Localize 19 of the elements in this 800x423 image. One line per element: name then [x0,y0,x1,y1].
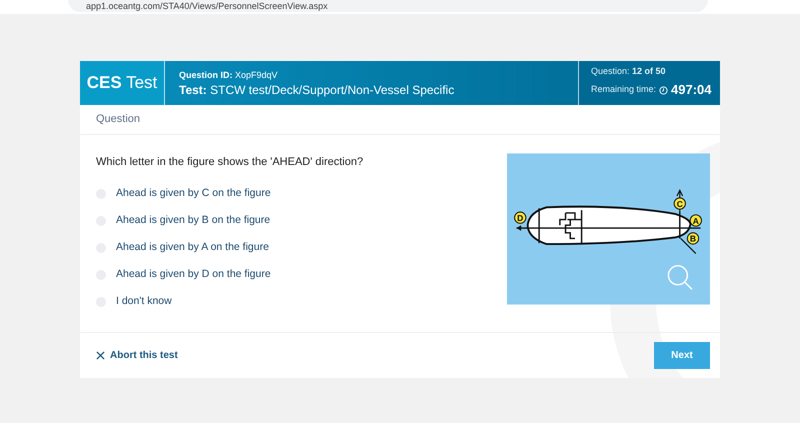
url-text: app1.oceantg.com/STA40/Views/PersonnelScreenView.aspx [86,0,328,12]
question-id-text: Question ID: XopF9dqV [179,70,279,80]
option-label[interactable]: Ahead is given by A on the figure [116,240,269,256]
close-icon [96,351,105,360]
question-count-text: Question: 12 of 50 [591,66,667,78]
remaining-time-value: 497:04 [671,81,712,100]
option-label[interactable]: I don't know [116,294,172,310]
question-text: Which letter in the figure shows the 'AHEAD' direction? [96,155,364,170]
section-label: Question [96,112,140,128]
option-label[interactable]: Ahead is given by D on the figure [116,267,271,283]
app-title: CES Test [86,72,158,94]
test-path-text: Test: STCW test/Deck/Support/Non-Vessel Specific [179,82,456,96]
abort-test-link[interactable]: Abort this test [96,348,178,363]
address-bar[interactable]: app1.oceantg.com/STA40/Views/PersonnelScreenView.aspx [68,0,708,12]
clock-icon [659,86,668,94]
option-label[interactable]: Ahead is given by C on the figure [116,186,271,202]
option-label[interactable]: Ahead is given by B on the figure [116,213,270,229]
ship-diagram-drawing: C A B D [507,153,710,305]
remaining-time-label: Remaining time: [591,83,656,96]
